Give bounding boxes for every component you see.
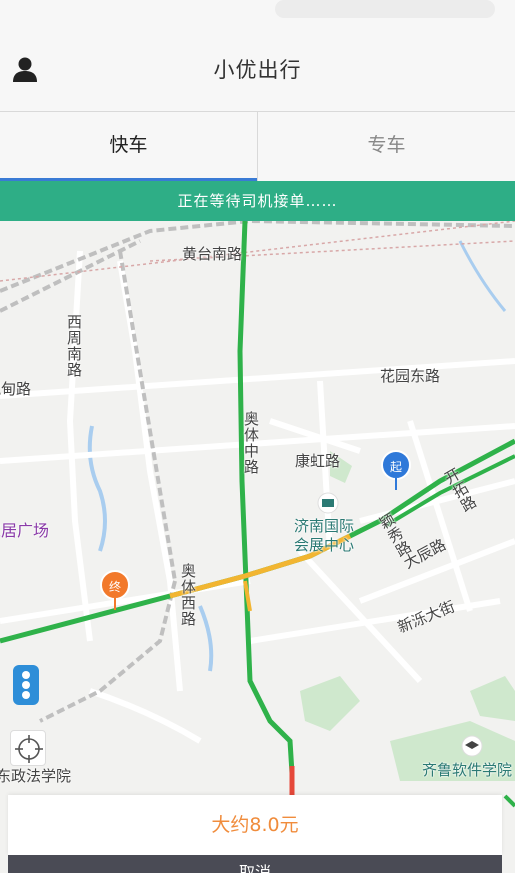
- start-pin[interactable]: 起: [381, 450, 411, 490]
- river: [198, 605, 214, 672]
- park-area: [300, 676, 360, 731]
- poi-label: 家居广场: [0, 521, 50, 540]
- road-label: 西周南路: [65, 314, 83, 378]
- tab-express[interactable]: 快车: [0, 112, 257, 181]
- tab-premium[interactable]: 专车: [257, 112, 515, 181]
- end-pin-stem: [114, 598, 116, 610]
- traffic-light-icon[interactable]: [13, 665, 39, 705]
- poi-label: 齐鲁软件学院: [422, 761, 513, 779]
- road-label: 康虹路: [295, 452, 341, 470]
- poi-label: 东政法学院: [0, 767, 72, 785]
- start-marker-label: 起: [381, 450, 411, 480]
- road-label: 花园东路: [380, 367, 441, 385]
- start-pin-stem: [395, 478, 397, 490]
- status-banner: 正在等待司机接单……: [0, 181, 515, 221]
- road-label: 奥体西路: [179, 563, 197, 627]
- river: [87, 425, 107, 552]
- road-label: 奥体中路: [242, 411, 260, 475]
- service-tabs: 快车 专车: [0, 112, 515, 181]
- road-aoti-zhong: [237, 221, 295, 774]
- traffic-light-dot: [22, 671, 30, 679]
- crosshair-icon[interactable]: [10, 730, 46, 766]
- status-bar-blur: [275, 0, 495, 18]
- page-title: 小优出行: [213, 58, 302, 82]
- end-pin[interactable]: 终: [100, 570, 130, 610]
- traffic-light-dot: [22, 681, 30, 689]
- river: [458, 240, 507, 312]
- cancel-button[interactable]: 取消: [8, 855, 502, 873]
- status-bar: [0, 0, 515, 28]
- road-label: 黄台南路: [182, 245, 243, 263]
- landmark-icon-glyph: [322, 499, 334, 507]
- fare-estimate: 大约8.0元: [8, 795, 502, 855]
- road-label: 祝甸路: [0, 380, 32, 398]
- map-view[interactable]: 黄台南路 西周南路 祝甸路 花园东路 奥体中路 康虹路 家居广场 济南国际会展中…: [0, 221, 515, 873]
- road-segment: [503, 794, 515, 808]
- traffic-light-dot: [22, 691, 30, 699]
- app-header: 小优出行: [0, 28, 515, 112]
- end-marker-label: 终: [100, 570, 130, 600]
- park-area: [470, 676, 515, 721]
- poi-label: 济南国际会展中心: [294, 517, 355, 554]
